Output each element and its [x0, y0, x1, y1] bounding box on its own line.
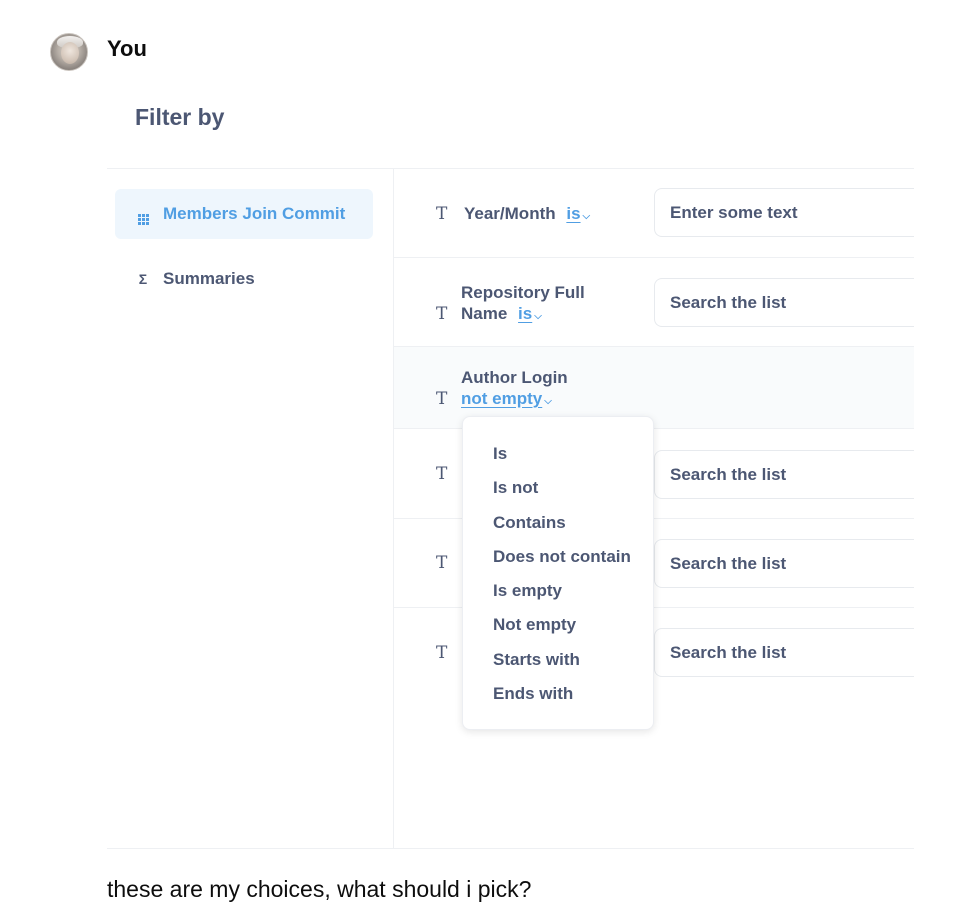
- chevron-down-icon: ⌵: [544, 396, 552, 407]
- menu-item-starts-with[interactable]: Starts with: [463, 646, 653, 680]
- filter-field-label: Repository Full: [461, 283, 585, 302]
- operator-dropdown-menu: Is Is not Contains Does not contain Is e…: [462, 416, 654, 730]
- menu-item-not-empty[interactable]: Not empty: [463, 611, 653, 645]
- menu-item-is[interactable]: Is: [463, 440, 653, 474]
- filter-field-label: Year/Month is ⌵: [464, 203, 590, 227]
- menu-item-is-not[interactable]: Is not: [463, 474, 653, 508]
- operator-selector[interactable]: not empty ⌵: [461, 389, 552, 408]
- text-field-icon: T: [436, 304, 448, 324]
- sidebar-item-summaries[interactable]: Σ Summaries: [115, 254, 373, 304]
- sidebar-item-label: Summaries: [163, 269, 255, 288]
- divider: [394, 257, 914, 258]
- text-field-icon: T: [436, 464, 448, 484]
- filter-search-input[interactable]: Search the list: [654, 278, 914, 327]
- filter-search-input[interactable]: Search the list: [654, 450, 914, 499]
- filter-operator-wrap: not empty ⌵: [461, 388, 552, 412]
- menu-item-is-empty[interactable]: Is empty: [463, 577, 653, 611]
- text-field-icon: T: [436, 553, 448, 573]
- chevron-down-icon: ⌵: [582, 211, 591, 222]
- text-field-icon: T: [436, 389, 448, 409]
- text-field-icon: T: [436, 204, 448, 224]
- divider: [393, 169, 394, 848]
- avatar-face: [61, 42, 79, 64]
- user-avatar: [50, 33, 88, 71]
- filter-field-label: Name is ⌵: [461, 303, 542, 327]
- menu-item-does-not-contain[interactable]: Does not contain: [463, 543, 653, 577]
- operator-selector[interactable]: is ⌵: [518, 304, 542, 323]
- filter-field-label: Author Login: [461, 368, 568, 387]
- grid-icon: [136, 204, 150, 225]
- sigma-icon: Σ: [138, 271, 148, 287]
- panel-title: Filter by: [135, 104, 225, 130]
- message-text: these are my choices, what should i pick…: [107, 876, 532, 902]
- filter-search-input[interactable]: Search the list: [654, 628, 914, 677]
- text-field-icon: T: [436, 643, 448, 663]
- sidebar-item-label: Members Join Commit: [163, 204, 346, 223]
- filter-text-input[interactable]: Enter some text: [654, 188, 914, 237]
- chevron-down-icon: ⌵: [534, 311, 542, 322]
- sidebar-item-members-join-commit[interactable]: Members Join Commit: [115, 189, 373, 239]
- message-author: You: [107, 36, 147, 61]
- divider: [107, 848, 914, 849]
- menu-item-ends-with[interactable]: Ends with: [463, 680, 653, 714]
- filter-search-input[interactable]: Search the list: [654, 539, 914, 588]
- menu-item-contains[interactable]: Contains: [463, 509, 653, 543]
- divider: [107, 168, 914, 169]
- operator-selector[interactable]: is ⌵: [566, 204, 590, 223]
